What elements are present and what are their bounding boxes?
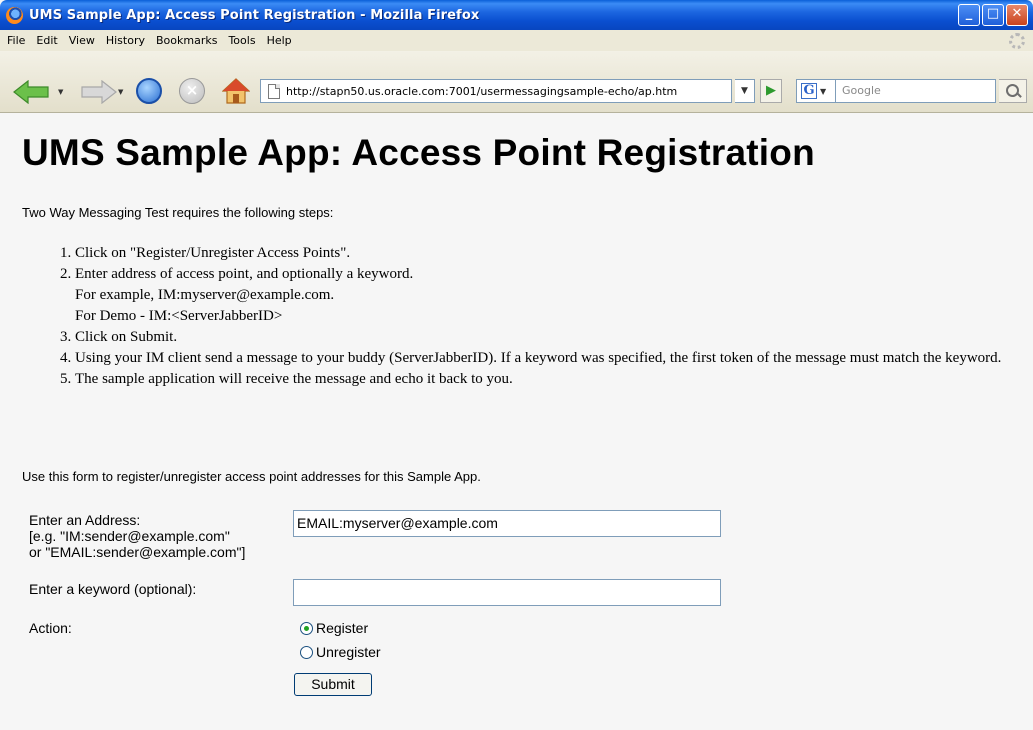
stop-icon[interactable]: × (179, 78, 205, 104)
menu-edit[interactable]: Edit (35, 32, 65, 49)
url-text[interactable]: http://stapn50.us.oracle.com:7001/userme… (286, 85, 726, 98)
unregister-option[interactable]: Unregister (300, 644, 381, 660)
minimize-button[interactable]: _ (958, 4, 980, 26)
keyword-label: Enter a keyword (optional): (29, 581, 197, 597)
menu-bookmarks[interactable]: Bookmarks (155, 32, 225, 49)
throbber-icon (1009, 33, 1025, 49)
forward-history-dropdown-icon[interactable]: ▼ (118, 88, 123, 96)
page-icon (268, 83, 280, 99)
page-title: UMS Sample App: Access Point Registratio… (22, 132, 815, 173)
search-engine-selector[interactable]: G ▼ (796, 79, 836, 103)
keyword-input[interactable] (293, 579, 721, 606)
address-bar[interactable]: http://stapn50.us.oracle.com:7001/userme… (260, 79, 732, 103)
unregister-label: Unregister (316, 644, 381, 660)
google-logo-icon: G (801, 83, 817, 99)
address-input[interactable]: EMAIL:myserver@example.com (293, 510, 721, 537)
register-label: Register (316, 620, 369, 636)
go-button[interactable]: ▶ (760, 79, 782, 103)
address-label: Enter an Address: [e.g. "IM:sender@examp… (29, 512, 246, 560)
action-label: Action: (29, 620, 72, 636)
list-item: Using your IM client send a message to y… (75, 348, 1015, 369)
unregister-radio[interactable] (300, 645, 313, 659)
register-option[interactable]: Register (300, 620, 368, 636)
list-item: Click on "Register/Unregister Access Poi… (75, 243, 1015, 264)
back-history-dropdown-icon[interactable]: ▼ (58, 88, 63, 96)
close-button[interactable]: ✕ (1006, 4, 1028, 26)
forward-arrow-icon[interactable] (78, 80, 118, 104)
menu-history[interactable]: History (105, 32, 153, 49)
reload-icon[interactable] (136, 78, 162, 104)
window-titlebar[interactable]: UMS Sample App: Access Point Registratio… (0, 0, 1033, 30)
menu-view[interactable]: View (68, 32, 103, 49)
steps-list: Click on "Register/Unregister Access Poi… (75, 243, 1015, 390)
list-item: Enter address of access point, and optio… (75, 264, 1015, 327)
form-description: Use this form to register/unregister acc… (22, 469, 481, 484)
url-dropdown-icon[interactable]: ▼ (735, 79, 755, 103)
intro-text: Two Way Messaging Test requires the foll… (22, 205, 334, 220)
menu-tools[interactable]: Tools (227, 32, 263, 49)
list-item: The sample application will receive the … (75, 369, 1015, 390)
search-icon[interactable] (999, 79, 1027, 103)
back-arrow-icon[interactable] (12, 80, 52, 104)
submit-button[interactable]: Submit (294, 673, 372, 696)
menu-help[interactable]: Help (266, 32, 300, 49)
search-engine-dropdown-icon: ▼ (820, 86, 827, 96)
list-item: Click on Submit. (75, 327, 1015, 348)
register-radio[interactable] (300, 621, 313, 635)
home-icon[interactable] (222, 78, 250, 104)
window-title: UMS Sample App: Access Point Registratio… (29, 7, 480, 23)
search-input[interactable]: Google (836, 79, 996, 103)
maximize-button[interactable]: □ (982, 4, 1004, 26)
firefox-logo-icon (6, 6, 23, 24)
menu-file[interactable]: File (6, 32, 33, 49)
menu-bar: File Edit View History Bookmarks Tools H… (0, 30, 1033, 51)
page-content: UMS Sample App: Access Point Registratio… (0, 114, 1033, 730)
